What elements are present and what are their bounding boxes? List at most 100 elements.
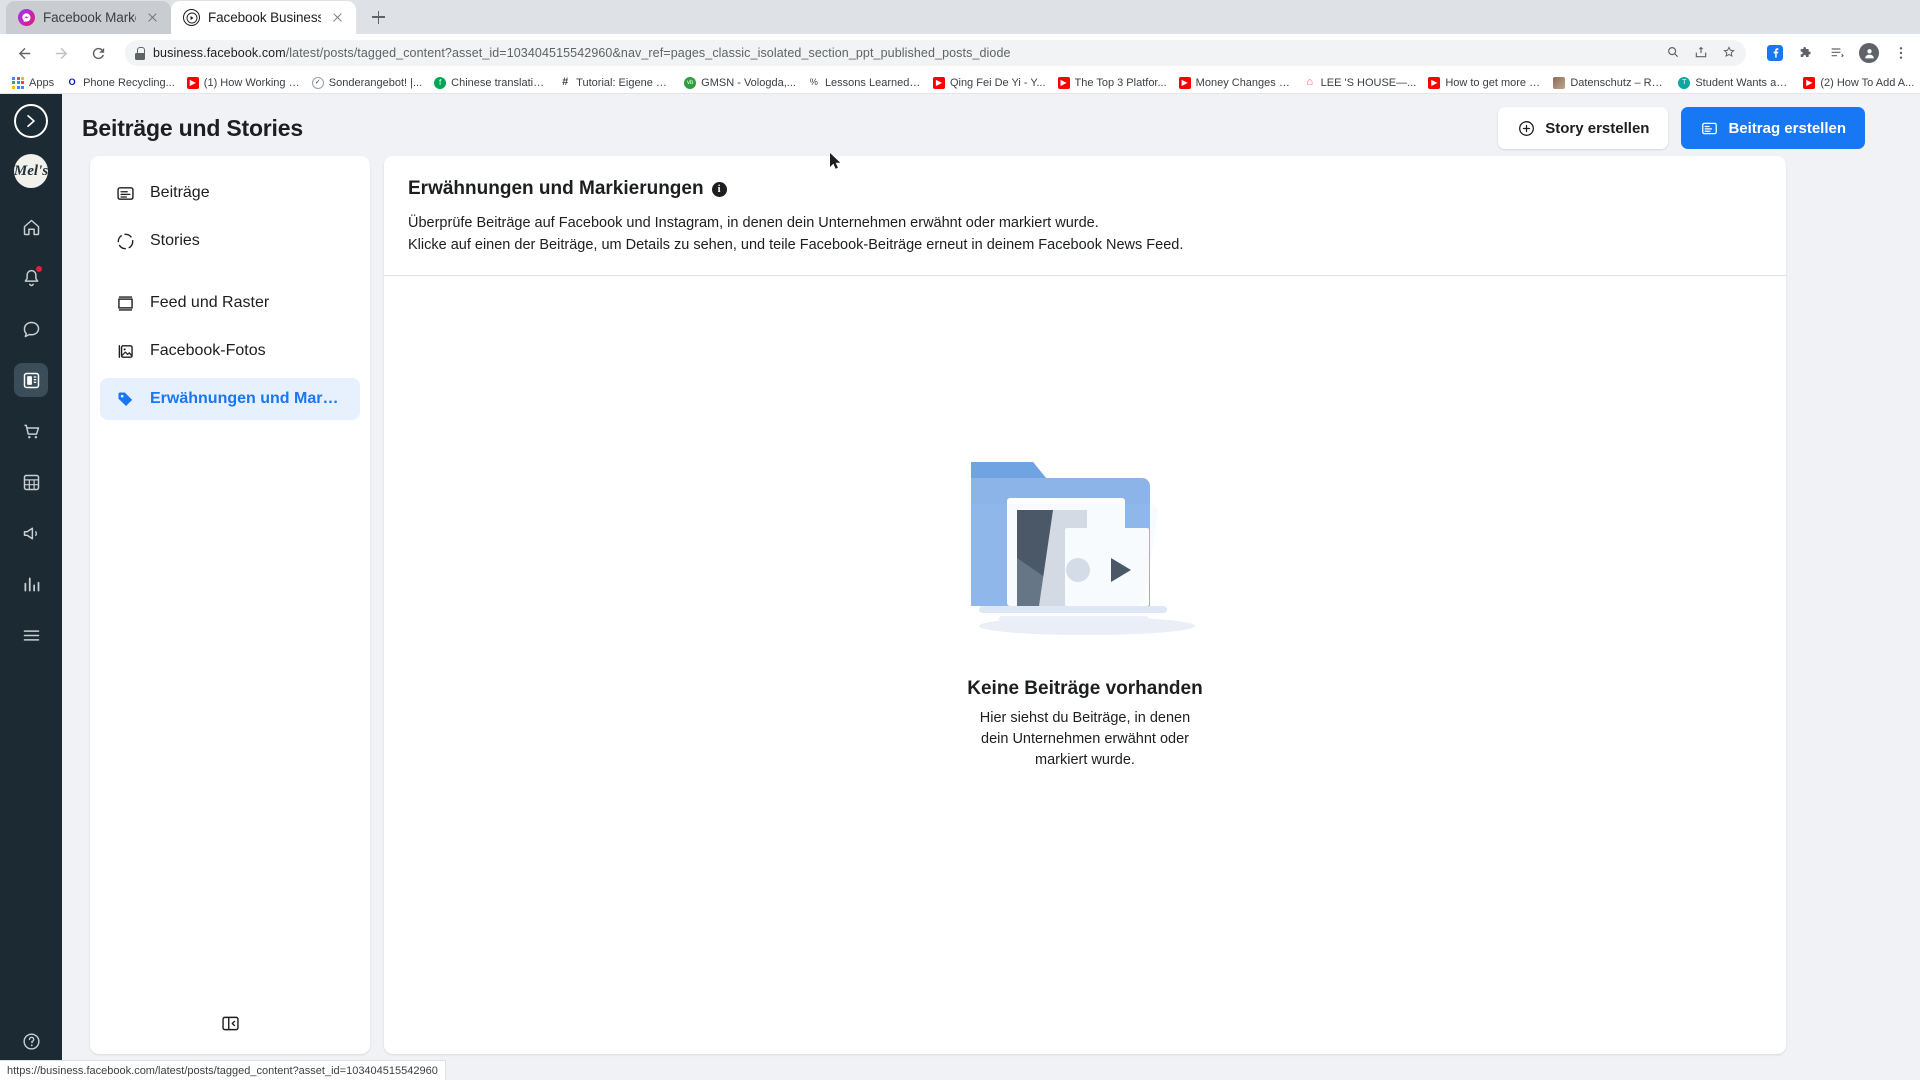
collapse-panel-button[interactable]	[100, 1002, 360, 1044]
bookmark-item[interactable]: ▶ Qing Fei De Yi - Y...	[927, 73, 1052, 93]
bookmark-label: How to get more v...	[1445, 76, 1542, 89]
browser-tab-1[interactable]: Facebook Marketing & Werbea	[6, 1, 171, 34]
bookmark-item[interactable]: ▶ The Top 3 Platfor...	[1052, 73, 1173, 93]
menu-item-label: Stories	[150, 232, 200, 249]
sidebar-item-ads[interactable]	[14, 516, 48, 550]
sidebar-item-insights[interactable]	[14, 567, 48, 601]
green-circle-icon: f	[434, 76, 447, 89]
o2-icon: O	[66, 76, 79, 89]
bookmark-item[interactable]: O Phone Recycling...	[60, 73, 181, 93]
create-post-button[interactable]: Beitrag erstellen	[1681, 107, 1865, 149]
bookmark-label: Chinese translatio...	[451, 76, 548, 89]
reload-button[interactable]	[84, 39, 112, 67]
bookmark-item[interactable]: # Tutorial: Eigene Fa...	[553, 73, 678, 93]
mentions-and-tags-panel: Erwähnungen und Markierungen i Überprüfe…	[384, 156, 1786, 1054]
bookmark-label: Tutorial: Eigene Fa...	[576, 76, 673, 89]
menu-item-beitraege[interactable]: Beiträge	[100, 172, 360, 214]
create-post-label: Beitrag erstellen	[1728, 119, 1846, 137]
star-icon[interactable]	[1722, 45, 1736, 62]
create-story-label: Story erstellen	[1545, 119, 1650, 137]
create-story-button[interactable]: Story erstellen	[1498, 107, 1669, 149]
browser-toolbar: business.facebook.com/latest/posts/tagge…	[0, 34, 1920, 72]
info-icon[interactable]: i	[711, 181, 727, 197]
bookmark-label: Sonderangebot! |...	[328, 76, 423, 89]
browser-tab-2[interactable]: Facebook Business Suite	[171, 1, 356, 34]
menu-item-label: Erwähnungen und Mar…	[150, 390, 339, 407]
empty-state-text: Hier siehst du Beiträge, in denen dein U…	[979, 710, 1191, 769]
back-button[interactable]	[10, 39, 38, 67]
bookmark-apps[interactable]: Apps	[6, 73, 60, 93]
bookmarks-bar: Apps O Phone Recycling... ▶ (1) How Work…	[0, 72, 1920, 94]
panel-title-row: Erwähnungen und Markierungen i	[408, 178, 1762, 200]
menu-item-erwaehnungen-und-markierungen[interactable]: Erwähnungen und Mar…	[100, 378, 360, 420]
bookmark-item[interactable]: ▶ How to get more v...	[1422, 73, 1547, 93]
bookmark-item[interactable]: ▶ (2) How To Add A...	[1797, 73, 1920, 93]
bookmark-item[interactable]: Datenschutz – Re...	[1547, 73, 1672, 93]
sidebar-item-planner[interactable]	[14, 465, 48, 499]
tab-title: Facebook Business Suite	[208, 10, 321, 25]
facebook-extension-icon[interactable]	[1766, 44, 1784, 62]
screen: Facebook Marketing & Werbea Facebook Bus…	[0, 0, 1920, 1080]
google-apps-icon	[12, 76, 24, 89]
sidebar-item-home[interactable]	[14, 210, 48, 244]
browser-chrome: Facebook Marketing & Werbea Facebook Bus…	[0, 0, 1920, 94]
bookmark-label: Apps	[29, 76, 55, 89]
share-icon[interactable]	[1694, 45, 1708, 62]
status-url: https://business.facebook.com/latest/pos…	[7, 1064, 438, 1077]
puzzle-extension-icon[interactable]	[1797, 44, 1815, 62]
zoom-icon[interactable]	[1666, 45, 1680, 62]
lock-icon	[135, 46, 145, 60]
bookmark-label: (2) How To Add A...	[1820, 76, 1915, 89]
bookmark-item[interactable]: ✓ Sonderangebot! |...	[306, 73, 428, 93]
forward-button[interactable]	[47, 39, 75, 67]
bookmark-item[interactable]: vb GMSN - Vologda,...	[678, 73, 802, 93]
youtube-icon: ▶	[932, 76, 945, 89]
address-bar[interactable]: business.facebook.com/latest/posts/tagge…	[125, 40, 1746, 66]
close-icon[interactable]	[329, 9, 346, 26]
omnibox-icons	[1656, 45, 1736, 62]
profile-avatar-icon[interactable]	[1859, 43, 1879, 63]
sidebar-item-notifications[interactable]	[14, 261, 48, 295]
meta-business-suite-logo[interactable]	[14, 104, 48, 138]
empty-folder-media-illustration	[955, 438, 1215, 648]
bookmark-item[interactable]: % Lessons Learned f...	[802, 73, 927, 93]
avatar[interactable]: Mel's	[14, 154, 48, 188]
sidebar-item-inbox[interactable]	[14, 312, 48, 346]
chrome-menu-icon[interactable]	[1892, 44, 1910, 62]
menu-item-stories[interactable]: Stories	[100, 220, 360, 262]
avatar-initials: Mel's	[14, 162, 48, 179]
teal-circle-icon: T	[1678, 76, 1691, 89]
messenger-icon	[18, 9, 35, 26]
bookmark-label: Student Wants an...	[1695, 76, 1792, 89]
bookmark-item[interactable]: ▶ Money Changes E...	[1173, 73, 1298, 93]
bookmark-item[interactable]: T Student Wants an...	[1672, 73, 1797, 93]
page-header: Beiträge und Stories Story erstellen Bei…	[62, 94, 1920, 162]
sidebar-item-more-tools[interactable]	[14, 618, 48, 652]
posts-list-icon	[114, 182, 136, 204]
tab-title: Facebook Marketing & Werbea	[43, 10, 136, 25]
page-body: Mel's Beiträge und Stories Story erstell…	[0, 94, 1920, 1080]
sidebar-item-commerce[interactable]	[14, 414, 48, 448]
bookmark-label: GMSN - Vologda,...	[701, 76, 796, 89]
bookmark-item[interactable]: ⌂ LEE 'S HOUSE—...	[1298, 73, 1423, 93]
hash-icon: #	[559, 76, 572, 89]
app-nav-rail: Mel's	[0, 94, 62, 1080]
menu-item-feed-und-raster[interactable]: Feed und Raster	[100, 282, 360, 324]
sidebar-item-posts-and-stories[interactable]	[14, 363, 48, 397]
bookmark-item[interactable]: ▶ (1) How Working a...	[181, 73, 306, 93]
bookmark-label: LEE 'S HOUSE—...	[1320, 76, 1417, 89]
bookmark-item[interactable]: f Chinese translatio...	[428, 73, 553, 93]
menu-item-facebook-fotos[interactable]: Facebook-Fotos	[100, 330, 360, 372]
bookmark-label: The Top 3 Platfor...	[1074, 76, 1167, 89]
story-circle-icon	[114, 230, 136, 252]
sidebar-item-help[interactable]	[14, 1024, 48, 1058]
url-text: business.facebook.com/latest/posts/tagge…	[153, 46, 1011, 60]
close-icon[interactable]	[144, 9, 161, 26]
page-title: Beiträge und Stories	[82, 114, 303, 141]
vb-icon: vb	[684, 76, 697, 89]
collapse-panel-icon	[220, 1013, 241, 1034]
new-tab-button[interactable]	[364, 3, 392, 31]
list-extension-icon[interactable]	[1828, 44, 1846, 62]
bookmark-label: Lessons Learned f...	[824, 76, 921, 89]
photo-frame-icon	[114, 340, 136, 362]
